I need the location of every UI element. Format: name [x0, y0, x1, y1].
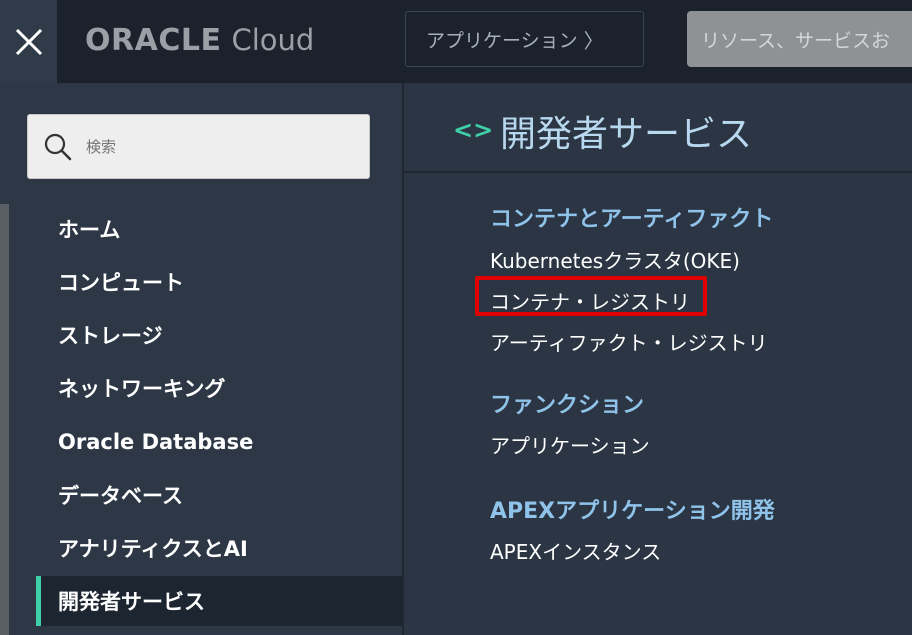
logo-oracle-text: ORACLE [85, 22, 222, 58]
nav-item-label: コンピュート [58, 271, 184, 295]
nav-item-label: データベース [58, 484, 183, 508]
nav-item-label: アナリティクスとAI [58, 537, 248, 561]
search-icon [44, 133, 72, 160]
nav-item-label: ネットワーキング [58, 377, 226, 401]
chevron-right-icon: 〉 [583, 28, 604, 53]
nav-item-analytics-ai[interactable]: アナリティクスとAI [36, 523, 403, 573]
nav-item-networking[interactable]: ネットワーキング [36, 363, 403, 413]
nav-item-label: ホーム [58, 218, 121, 242]
code-icon: <> [453, 116, 494, 144]
nav-item-home[interactable]: ホーム [36, 204, 403, 254]
link-apex-instances[interactable]: APEXインスタンス [490, 536, 661, 565]
pane-title: 開発者サービス [500, 114, 753, 155]
top-bar: ORACLE Cloud アプリケーション 〉 リソース、サービスお [0, 0, 912, 83]
applications-button[interactable]: アプリケーション 〉 [405, 11, 644, 67]
nav-item-developer-services[interactable]: 開発者サービス [36, 576, 403, 626]
developer-services-pane: <> 開発者サービス コンテナとアーティファクト Kubernetesクラスタ(… [404, 83, 912, 635]
nav-item-compute[interactable]: コンピュート [36, 257, 403, 307]
nav-item-storage[interactable]: ストレージ [36, 310, 403, 360]
group-title-functions: ファンクション [490, 393, 645, 418]
nav-item-databases[interactable]: データベース [36, 470, 403, 520]
link-artifact-registry[interactable]: アーティファクト・レジストリ [490, 327, 768, 356]
nav-item-oracle-database[interactable]: Oracle Database [36, 417, 403, 467]
link-applications[interactable]: アプリケーション [490, 430, 650, 459]
logo-cloud-text: Cloud [231, 23, 315, 57]
link-container-registry[interactable]: コンテナ・レジストリ [490, 286, 690, 315]
close-menu-button[interactable] [0, 0, 57, 83]
group-title-apex: APEXアプリケーション開発 [490, 499, 775, 524]
applications-button-label: アプリケーション [426, 29, 578, 52]
left-nav-scrollbar[interactable] [0, 204, 9, 635]
global-search-input[interactable]: リソース、サービスお [687, 11, 912, 67]
nav-item-label: Oracle Database [58, 430, 254, 454]
nav-search-box[interactable] [27, 114, 370, 179]
link-kubernetes-clusters[interactable]: Kubernetesクラスタ(OKE) [490, 245, 740, 274]
oracle-cloud-logo[interactable]: ORACLE Cloud [85, 18, 314, 62]
left-navigation: ホーム コンピュート ストレージ ネットワーキング Oracle Databas… [0, 83, 403, 635]
global-search-placeholder: リソース、サービスお [701, 29, 891, 52]
close-icon [15, 28, 42, 55]
nav-item-label: 開発者サービス [58, 590, 205, 614]
nav-item-label: ストレージ [58, 324, 163, 348]
group-title-containers-artifacts: コンテナとアーティファクト [490, 207, 774, 232]
pane-header: <> 開発者サービス [404, 83, 912, 173]
nav-search-input[interactable] [86, 137, 336, 156]
